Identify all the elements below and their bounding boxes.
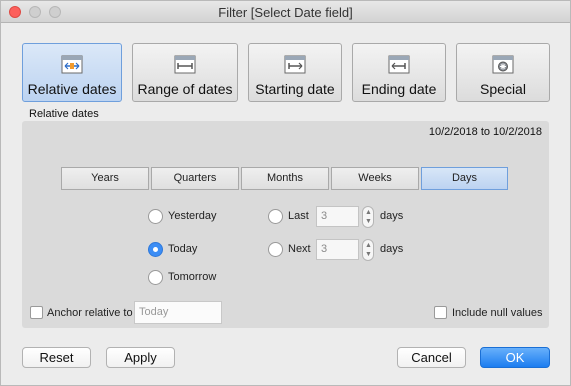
panel-header: Relative dates xyxy=(29,108,99,120)
include-null-checkbox[interactable] xyxy=(434,306,447,319)
unit-days-button[interactable]: Days xyxy=(421,167,508,190)
yesterday-label: Yesterday xyxy=(168,210,217,222)
unit-quarters-button[interactable]: Quarters xyxy=(151,167,239,190)
anchor-relative-checkbox[interactable] xyxy=(30,306,43,319)
tab-label: Special xyxy=(480,81,526,97)
next-count-stepper[interactable]: ▲ ▼ xyxy=(362,239,374,261)
tab-range-of-dates[interactable]: Range of dates xyxy=(132,43,238,102)
filter-dialog: Filter [Select Date field] Relative date… xyxy=(0,0,571,386)
tab-label: Ending date xyxy=(361,81,437,97)
next-count-input[interactable]: 3 xyxy=(316,239,359,260)
anchor-date-input[interactable]: Today xyxy=(134,301,222,324)
include-null-label: Include null values xyxy=(452,307,543,319)
stepper-up-icon: ▲ xyxy=(365,209,372,216)
anchor-relative-label: Anchor relative to xyxy=(47,307,133,319)
radio-last[interactable] xyxy=(268,209,283,224)
ok-button[interactable]: OK xyxy=(480,347,550,368)
last-count-stepper[interactable]: ▲ ▼ xyxy=(362,206,374,228)
unit-months-button[interactable]: Months xyxy=(241,167,329,190)
unit-years-button[interactable]: Years xyxy=(61,167,149,190)
tab-label: Starting date xyxy=(255,81,335,97)
tab-label: Range of dates xyxy=(137,81,233,97)
tab-starting-date[interactable]: Starting date xyxy=(248,43,342,102)
last-days-label: days xyxy=(380,210,404,222)
next-days-label: days xyxy=(380,243,404,255)
stepper-down-icon: ▼ xyxy=(365,251,372,258)
tab-relative-dates[interactable]: Relative dates xyxy=(22,43,122,102)
reset-button[interactable]: Reset xyxy=(22,347,91,368)
apply-button[interactable]: Apply xyxy=(106,347,175,368)
last-label: Last xyxy=(288,210,309,222)
calendar-special-icon xyxy=(492,55,514,74)
unit-weeks-button[interactable]: Weeks xyxy=(331,167,419,190)
radio-tomorrow[interactable] xyxy=(148,270,163,285)
stepper-down-icon: ▼ xyxy=(365,218,372,225)
calendar-range-icon xyxy=(174,55,196,74)
radio-yesterday[interactable] xyxy=(148,209,163,224)
title-bar: Filter [Select Date field] xyxy=(1,1,570,23)
calendar-end-icon xyxy=(388,55,410,74)
tab-label: Relative dates xyxy=(27,81,117,97)
today-label: Today xyxy=(168,243,198,255)
radio-next[interactable] xyxy=(268,242,283,257)
cancel-button[interactable]: Cancel xyxy=(397,347,466,368)
stepper-up-icon: ▲ xyxy=(365,242,372,249)
window-title: Filter [Select Date field] xyxy=(218,5,353,20)
tomorrow-label: Tomorrow xyxy=(168,271,217,283)
relative-dates-panel xyxy=(22,121,549,328)
last-count-input[interactable]: 3 xyxy=(316,206,359,227)
tab-ending-date[interactable]: Ending date xyxy=(352,43,446,102)
tab-special[interactable]: Special xyxy=(456,43,550,102)
calendar-relative-icon xyxy=(61,55,83,74)
radio-today[interactable] xyxy=(148,242,163,257)
calendar-start-icon xyxy=(284,55,306,74)
next-label: Next xyxy=(288,243,311,255)
date-range-text: 10/2/2018 to 10/2/2018 xyxy=(428,126,542,138)
